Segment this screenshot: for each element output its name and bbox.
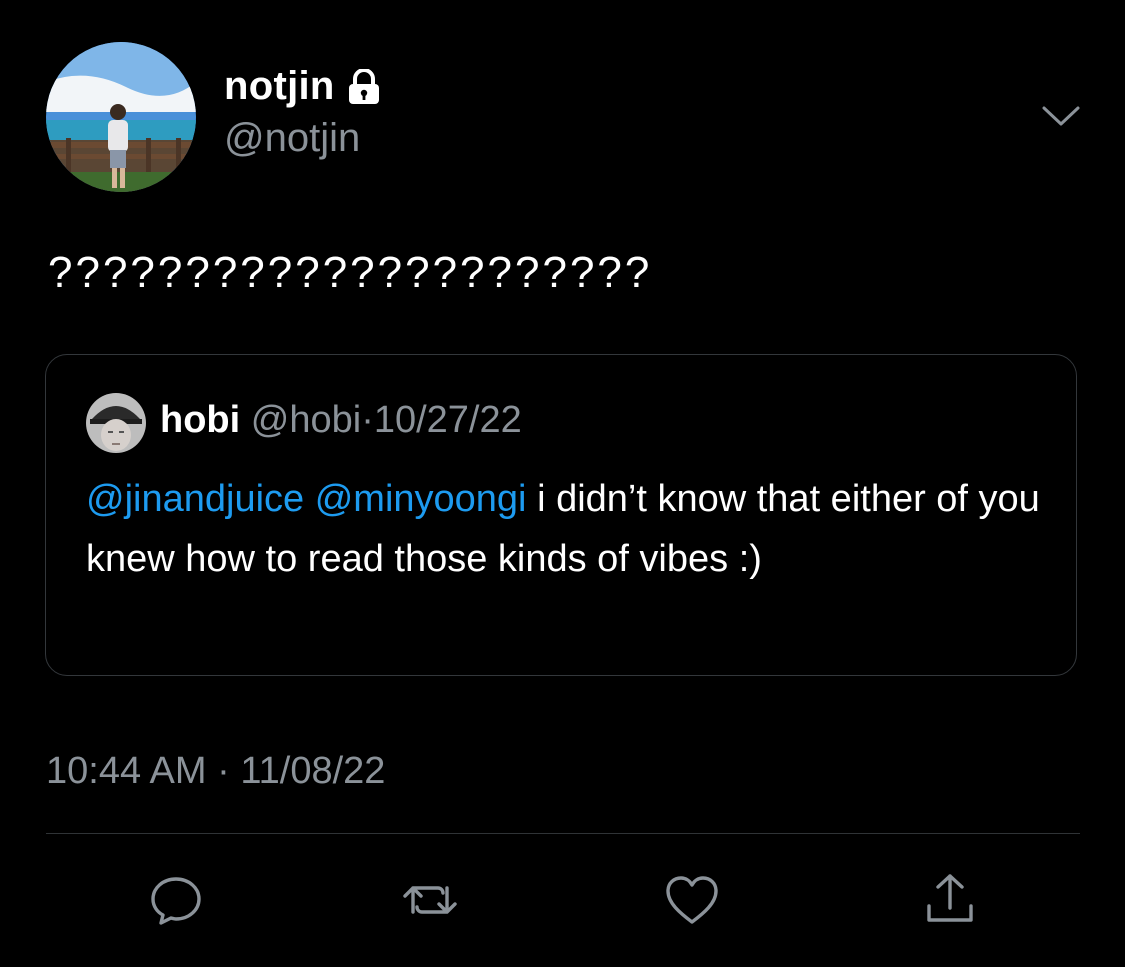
tweet-text: ??????????????????????: [48, 248, 653, 297]
lock-icon: [347, 67, 381, 105]
author-name-row: notjin: [224, 64, 381, 109]
quoted-tweet-card[interactable]: hobi @hobi·10/27/22 @jinandjuice @minyoo…: [45, 354, 1077, 676]
quoted-date: 10/27/22: [373, 399, 522, 441]
tweet-timestamp[interactable]: 10:44 AM · 11/08/22: [46, 750, 385, 793]
reply-icon[interactable]: [146, 870, 206, 930]
retweet-icon[interactable]: [400, 870, 460, 930]
share-icon[interactable]: [920, 870, 980, 930]
quoted-tweet-header: hobi @hobi·10/27/22: [160, 399, 522, 442]
quoted-display-name[interactable]: hobi: [160, 399, 240, 441]
author-display-name[interactable]: notjin: [224, 64, 335, 109]
author-avatar[interactable]: [46, 42, 196, 192]
mention-link[interactable]: @jinandjuice: [86, 478, 304, 520]
author-handle[interactable]: @notjin: [224, 116, 360, 161]
divider: [46, 833, 1080, 834]
quoted-author-avatar[interactable]: [86, 393, 146, 453]
quoted-separator: ·: [361, 399, 374, 441]
quoted-handle[interactable]: @hobi: [251, 399, 361, 441]
mention-link[interactable]: @minyoongi: [315, 478, 527, 520]
heart-icon[interactable]: [662, 870, 722, 930]
quoted-tweet-text: @jinandjuice @minyoongi i didn’t know th…: [86, 469, 1046, 589]
chevron-down-icon[interactable]: [1040, 100, 1082, 130]
